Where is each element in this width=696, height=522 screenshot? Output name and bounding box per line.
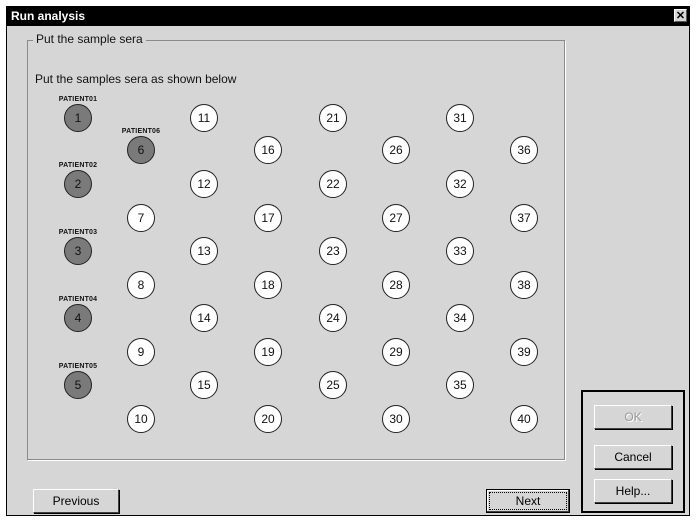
sample-well: 19 bbox=[254, 338, 282, 366]
cancel-button-label: Cancel bbox=[614, 450, 652, 464]
patient-label: PATIENT04 bbox=[58, 296, 98, 303]
patient-well: 3 bbox=[64, 237, 92, 265]
title-bar[interactable]: Run analysis ✕ bbox=[7, 7, 689, 26]
previous-button[interactable]: Previous bbox=[33, 489, 119, 513]
sample-well: 37 bbox=[510, 204, 538, 232]
ok-button-label: OK bbox=[624, 410, 642, 424]
next-button-label: Next bbox=[515, 494, 541, 508]
sample-well: 7 bbox=[127, 204, 155, 232]
sample-well: 39 bbox=[510, 338, 538, 366]
help-button-label: Help... bbox=[615, 484, 651, 498]
sample-well: 36 bbox=[510, 136, 538, 164]
sample-sera-groupbox bbox=[27, 40, 565, 460]
patient-label: PATIENT01 bbox=[58, 96, 98, 103]
patient-well: 4 bbox=[64, 304, 92, 332]
sample-well: 40 bbox=[510, 405, 538, 433]
help-button[interactable]: Help... bbox=[594, 479, 672, 503]
sample-well: 12 bbox=[190, 170, 218, 198]
sample-well: 17 bbox=[254, 204, 282, 232]
patient-well: 6 bbox=[127, 136, 155, 164]
sample-well: 16 bbox=[254, 136, 282, 164]
cancel-button[interactable]: Cancel bbox=[594, 445, 672, 469]
sample-well: 9 bbox=[127, 338, 155, 366]
sample-well: 10 bbox=[127, 405, 155, 433]
sample-well: 23 bbox=[319, 237, 347, 265]
patient-well: 2 bbox=[64, 170, 92, 198]
sample-well: 21 bbox=[319, 104, 347, 132]
sample-well: 18 bbox=[254, 271, 282, 299]
sample-well: 30 bbox=[382, 405, 410, 433]
previous-button-label: Previous bbox=[52, 494, 100, 508]
sample-well: 31 bbox=[446, 104, 474, 132]
instruction-text: Put the samples sera as shown below bbox=[35, 72, 237, 86]
groupbox-legend: Put the sample sera bbox=[33, 32, 146, 46]
sample-well: 25 bbox=[319, 371, 347, 399]
patient-well: 5 bbox=[64, 371, 92, 399]
sample-well: 29 bbox=[382, 338, 410, 366]
sample-well: 20 bbox=[254, 405, 282, 433]
sample-well: 15 bbox=[190, 371, 218, 399]
sample-well: 28 bbox=[382, 271, 410, 299]
sample-well: 11 bbox=[190, 104, 218, 132]
sample-well: 34 bbox=[446, 304, 474, 332]
sample-well: 8 bbox=[127, 271, 155, 299]
patient-well: 1 bbox=[64, 104, 92, 132]
window-title: Run analysis bbox=[11, 9, 86, 23]
sample-well: 33 bbox=[446, 237, 474, 265]
patient-label: PATIENT03 bbox=[58, 229, 98, 236]
sample-well: 14 bbox=[190, 304, 218, 332]
sample-well: 35 bbox=[446, 371, 474, 399]
sample-well: 27 bbox=[382, 204, 410, 232]
close-icon[interactable]: ✕ bbox=[674, 9, 687, 22]
sample-well: 26 bbox=[382, 136, 410, 164]
sample-well: 22 bbox=[319, 170, 347, 198]
patient-label: PATIENT02 bbox=[58, 162, 98, 169]
ok-button[interactable]: OK bbox=[594, 405, 672, 429]
patient-label: PATIENT05 bbox=[58, 363, 98, 370]
next-button[interactable]: Next bbox=[486, 489, 570, 513]
sample-well: 32 bbox=[446, 170, 474, 198]
patient-label: PATIENT06 bbox=[121, 128, 161, 135]
sample-well: 24 bbox=[319, 304, 347, 332]
sample-well: 13 bbox=[190, 237, 218, 265]
sample-well: 38 bbox=[510, 271, 538, 299]
